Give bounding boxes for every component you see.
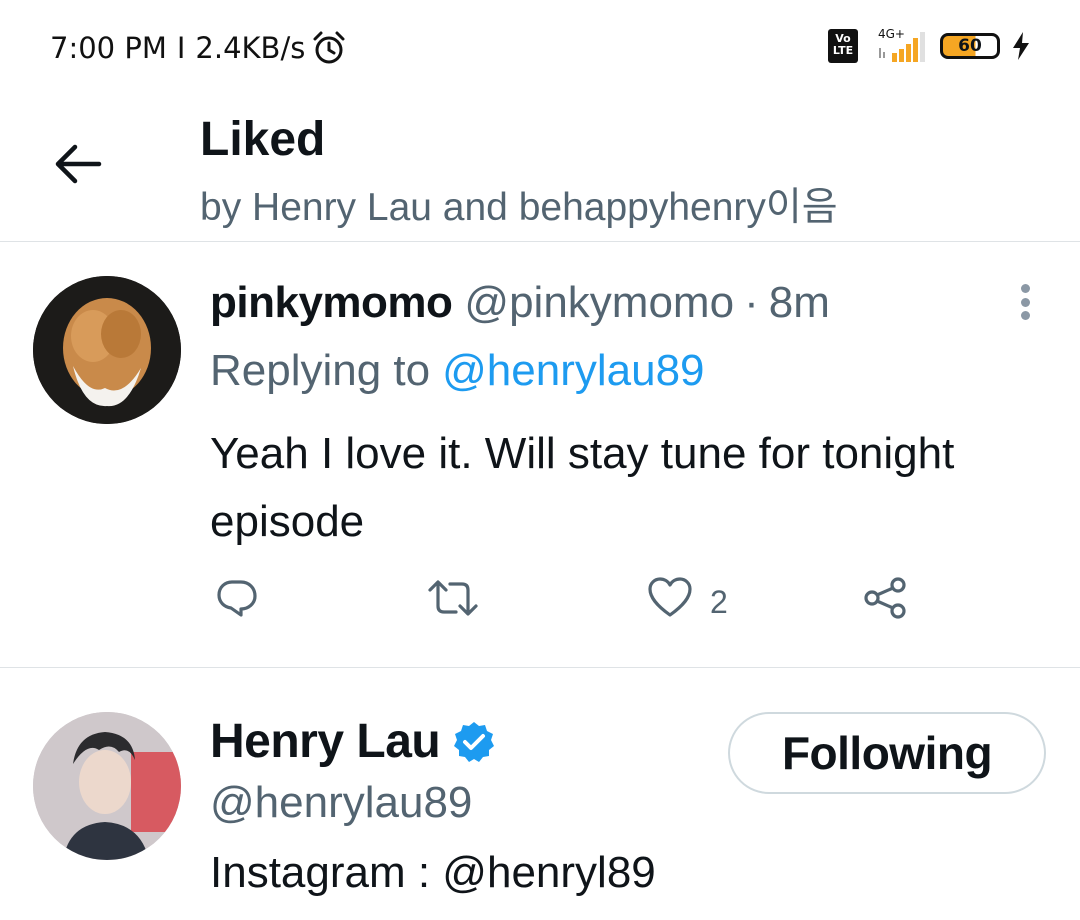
retweet-button[interactable] bbox=[426, 578, 480, 626]
volte-label-bottom: LTE bbox=[832, 44, 854, 57]
user-card[interactable]: Henry Lau @henrylau89 Instagram : @henry… bbox=[0, 668, 1080, 920]
network-type-label: 4G+ bbox=[878, 27, 905, 41]
profile-name[interactable]: Henry Lau bbox=[210, 714, 441, 769]
status-left: 7:00 PM I 2.4KB/s bbox=[50, 30, 347, 66]
reply-button[interactable] bbox=[214, 578, 260, 626]
status-separator: I bbox=[176, 31, 186, 65]
retweet-icon bbox=[426, 575, 480, 629]
more-icon[interactable] bbox=[1012, 280, 1038, 324]
tweet-text: Yeah I love it. Will stay tune for tonig… bbox=[210, 429, 955, 546]
battery-icon: 60 bbox=[940, 33, 1000, 59]
like-button[interactable]: 2 bbox=[646, 575, 728, 629]
status-time: 7:00 PM bbox=[50, 31, 167, 65]
tweet-username[interactable]: pinkymomo bbox=[210, 278, 453, 328]
like-count: 2 bbox=[710, 583, 728, 620]
avatar[interactable] bbox=[33, 276, 181, 424]
page-header: Liked by Henry Lau and behappyhenry이음 bbox=[0, 100, 1080, 242]
status-right: Vo LTE 4G+ 60 bbox=[828, 26, 1032, 66]
page-subtitle: by Henry Lau and behappyhenry이음 bbox=[200, 186, 838, 229]
reply-icon bbox=[214, 575, 260, 629]
volte-icon: Vo LTE bbox=[828, 29, 858, 63]
signal-icon: 4G+ bbox=[868, 26, 930, 66]
replying-to: Replying to @henrylau89 bbox=[210, 346, 705, 396]
arrow-left-icon[interactable] bbox=[52, 138, 104, 190]
alarm-icon bbox=[311, 30, 347, 66]
network-speed: 2.4KB/s bbox=[195, 31, 306, 65]
replying-to-mention[interactable]: @henrylau89 bbox=[442, 346, 704, 395]
share-button[interactable] bbox=[862, 575, 908, 629]
status-bar: 7:00 PM I 2.4KB/s Vo LTE 4G+ 60 bbox=[0, 0, 1080, 100]
charging-icon bbox=[1010, 31, 1032, 61]
avatar[interactable] bbox=[33, 712, 181, 860]
tweet-actions: 2 bbox=[0, 572, 1080, 632]
replying-to-label: Replying to bbox=[210, 346, 431, 395]
tweet-header: pinkymomo @pinkymomo · 8m bbox=[210, 278, 830, 328]
tweet-handle[interactable]: @pinkymomo bbox=[464, 278, 734, 328]
verified-badge-icon bbox=[452, 720, 496, 764]
tweet-dot: · bbox=[744, 278, 759, 327]
tweet-time[interactable]: 8m bbox=[769, 278, 830, 328]
following-button[interactable]: Following bbox=[728, 712, 1046, 794]
heart-icon bbox=[646, 575, 694, 629]
profile-handle: @henrylau89 bbox=[210, 778, 473, 827]
profile-name-row: Henry Lau bbox=[210, 714, 496, 769]
page-title: Liked bbox=[200, 113, 326, 166]
battery-level: 60 bbox=[958, 36, 982, 56]
profile-bio: Instagram : @henryl89 bbox=[210, 848, 656, 897]
tweet[interactable]: pinkymomo @pinkymomo · 8m Replying to @he… bbox=[0, 242, 1080, 668]
share-icon bbox=[862, 575, 908, 629]
